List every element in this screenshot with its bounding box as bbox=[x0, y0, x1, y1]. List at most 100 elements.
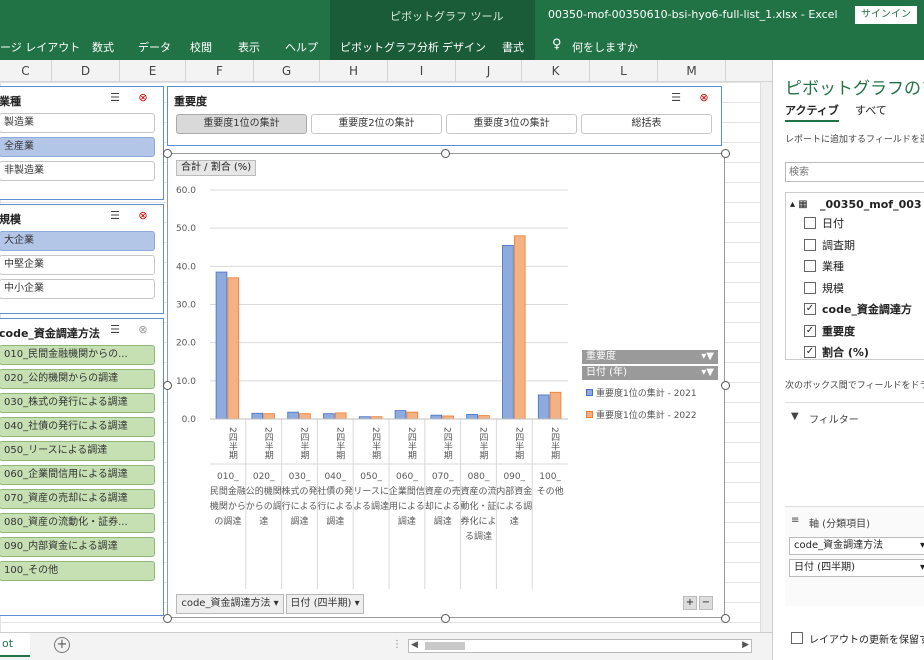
slicer-item[interactable]: 製造業 bbox=[0, 113, 155, 133]
slicer-item[interactable]: 030_株式の発行による調達 bbox=[0, 393, 155, 413]
tab-design[interactable]: デザイン bbox=[442, 39, 486, 55]
field-checkbox[interactable] bbox=[804, 238, 816, 251]
field-row[interactable]: 調査期 bbox=[804, 237, 855, 253]
slicer-item[interactable]: 070_資産の売却による調達 bbox=[0, 489, 155, 509]
multi-select-icon[interactable]: ☰ bbox=[668, 91, 684, 105]
field-row[interactable]: 業種 bbox=[804, 258, 844, 274]
resize-handle[interactable] bbox=[441, 149, 450, 158]
x-category-label: 調達 bbox=[398, 515, 416, 527]
tab-all[interactable]: すべて bbox=[855, 102, 887, 118]
col-header[interactable]: K bbox=[522, 60, 590, 82]
field-checkbox[interactable]: ✓ bbox=[804, 346, 816, 358]
slicer-item[interactable]: 重要度1位の集計 bbox=[176, 114, 307, 134]
slicer-item[interactable]: 非製造業 bbox=[0, 161, 155, 181]
col-header[interactable]: M bbox=[658, 60, 726, 82]
x-category-label: 資産の売 bbox=[425, 485, 461, 497]
field-checkbox[interactable] bbox=[804, 281, 816, 294]
legend-field-importance[interactable]: 重要度 ▾▼ bbox=[582, 350, 718, 364]
col-header[interactable]: H bbox=[320, 60, 388, 82]
slicer-item[interactable]: 020_公的機関からの調達 bbox=[0, 369, 155, 389]
col-header[interactable]: I bbox=[388, 60, 456, 82]
multi-select-icon[interactable]: ☰ bbox=[107, 323, 123, 337]
scroll-thumb[interactable] bbox=[425, 642, 465, 650]
col-header[interactable]: L bbox=[590, 60, 658, 82]
multi-select-icon[interactable]: ☰ bbox=[107, 209, 123, 223]
field-row[interactable]: ✓ code_資金調達方 bbox=[804, 301, 912, 317]
field-checkbox[interactable] bbox=[804, 260, 816, 272]
slicer-item[interactable]: 大企業 bbox=[0, 231, 155, 251]
field-search-input[interactable] bbox=[785, 162, 924, 182]
tab-active[interactable]: アクティブ bbox=[785, 102, 839, 122]
axis-field-button[interactable]: code_資金調達方法 ▾ bbox=[176, 594, 284, 614]
scroll-right-icon[interactable]: ▶ bbox=[742, 640, 749, 650]
slicer-item[interactable]: 100_その他 bbox=[0, 561, 155, 581]
tab-formulas[interactable]: 数式 bbox=[92, 39, 114, 55]
axis-item[interactable]: 日付 (四半期) ▾ bbox=[789, 559, 924, 577]
slicer-item[interactable]: 中堅企業 bbox=[0, 255, 155, 275]
resize-handle[interactable] bbox=[163, 149, 172, 158]
signin-button[interactable]: サインイン bbox=[855, 6, 917, 24]
field-list: ▴ ▦ _00350_mof_003 日付 調査期 業種 規模 ✓ code_資金調達方 ✓… bbox=[785, 192, 924, 360]
add-sheet-button[interactable]: + bbox=[54, 637, 70, 653]
vertical-scrollbar[interactable] bbox=[760, 82, 772, 632]
field-row[interactable]: 日付 bbox=[804, 215, 844, 231]
resize-handle[interactable] bbox=[721, 614, 730, 623]
resize-handle[interactable] bbox=[721, 381, 730, 390]
expand-button[interactable]: + bbox=[683, 596, 697, 610]
tab-pivotchart-analyze[interactable]: ピボットグラフ分析 bbox=[340, 39, 439, 55]
slicer-item[interactable]: 040_社債の発行による調達 bbox=[0, 417, 155, 437]
tab-review[interactable]: 校閲 bbox=[190, 39, 212, 55]
slicer-item[interactable]: 050_リースによる調達 bbox=[0, 441, 155, 461]
pivot-chart[interactable]: 合計 / 割合 (%) 0.0 10.0 20.0 30.0 40.0 50.0 60.0 2… bbox=[167, 153, 725, 618]
slicer-item[interactable]: 010_民間金融機関からの... bbox=[0, 345, 155, 365]
slicer-item[interactable]: 全産業 bbox=[0, 137, 155, 157]
field-checkbox[interactable] bbox=[804, 217, 816, 229]
col-header[interactable]: J bbox=[456, 60, 522, 82]
axis-field-button[interactable]: 日付 (四半期) ▾ bbox=[286, 594, 364, 614]
clear-filter-icon[interactable]: ⊗ bbox=[696, 91, 712, 105]
tab-page-layout[interactable]: ージ レイアウト bbox=[0, 39, 80, 55]
tab-help[interactable]: ヘルプ bbox=[285, 39, 318, 55]
y-tick-label: 20.0 bbox=[176, 339, 196, 349]
tab-format[interactable]: 書式 bbox=[502, 39, 524, 55]
col-header[interactable]: D bbox=[52, 60, 120, 82]
field-row[interactable]: 規模 bbox=[804, 280, 844, 296]
slicer-item[interactable]: 080_資産の流動化・証券... bbox=[0, 513, 155, 533]
slicer-item[interactable]: 重要度3位の集計 bbox=[446, 114, 577, 134]
defer-update-checkbox[interactable] bbox=[791, 632, 803, 644]
resize-handle[interactable] bbox=[163, 614, 172, 623]
collapse-button[interactable]: − bbox=[699, 596, 713, 610]
slicer-item[interactable]: 060_企業間信用による調達 bbox=[0, 465, 155, 485]
horizontal-scrollbar[interactable]: ◀ ▶ bbox=[408, 639, 752, 653]
col-header[interactable]: F bbox=[186, 60, 254, 82]
tell-me-box[interactable]: 何をしますか bbox=[572, 39, 638, 55]
multi-select-icon[interactable]: ☰ bbox=[107, 91, 123, 105]
slicer-item[interactable]: 総括表 bbox=[581, 114, 712, 134]
col-header[interactable]: C bbox=[0, 60, 52, 82]
tab-data[interactable]: データ bbox=[138, 39, 171, 55]
resize-handle[interactable] bbox=[163, 381, 172, 390]
field-row[interactable]: ✓ 割合 (%) bbox=[804, 344, 869, 360]
filters-label: フィルター bbox=[809, 415, 859, 426]
slicer-item[interactable]: 重要度2位の集計 bbox=[311, 114, 442, 134]
clear-filter-icon[interactable]: ⊗ bbox=[135, 91, 151, 105]
axis-item[interactable]: code_資金調達方法 ▾ bbox=[789, 537, 924, 555]
scroll-left-icon[interactable]: ◀ bbox=[411, 640, 418, 650]
tab-view[interactable]: 表示 bbox=[238, 39, 260, 55]
clear-filter-icon[interactable]: ⊗ bbox=[135, 209, 151, 223]
resize-handle[interactable] bbox=[721, 149, 730, 158]
legend-field-year[interactable]: 日付 (年) ▾▼ bbox=[582, 366, 718, 380]
clear-filter-icon[interactable]: ⊗ bbox=[135, 323, 151, 337]
tab-splitter-icon[interactable]: ⋮ bbox=[392, 639, 402, 650]
col-header[interactable]: G bbox=[254, 60, 320, 82]
resize-handle[interactable] bbox=[441, 614, 450, 623]
slicer-item[interactable]: 090_内部資金による調達 bbox=[0, 537, 155, 557]
axis-area[interactable]: ≡ 軸 (分類項目) code_資金調達方法 ▾ 日付 (四半期) ▾ bbox=[785, 506, 924, 606]
field-checkbox[interactable]: ✓ bbox=[804, 324, 816, 337]
field-row[interactable]: ✓ 重要度 bbox=[804, 323, 855, 339]
field-checkbox[interactable]: ✓ bbox=[804, 303, 816, 315]
filters-area[interactable]: ▼ フィルター bbox=[785, 402, 924, 502]
col-header[interactable]: E bbox=[120, 60, 186, 82]
sheet-tab[interactable]: ot bbox=[0, 633, 30, 657]
slicer-item[interactable]: 中小企業 bbox=[0, 279, 155, 299]
